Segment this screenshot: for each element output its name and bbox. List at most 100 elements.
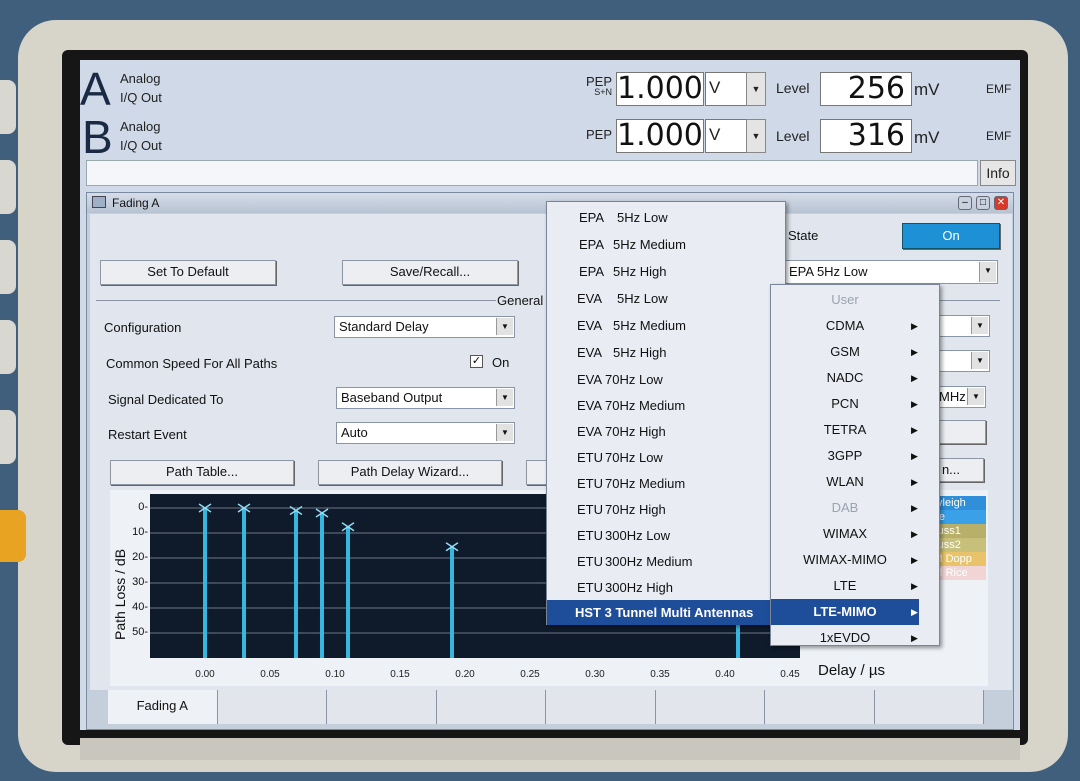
standard-menu-item[interactable]: ETU 300Hz Medium — [547, 548, 785, 574]
level-value-b[interactable]: 316 — [820, 119, 912, 153]
general-group-label: General — [497, 293, 544, 308]
standard-menu-item[interactable]: HST 3 Tunnel Multi Antennas — [547, 600, 785, 625]
standard-menu-item[interactable]: ETU 70Hz Low — [547, 444, 785, 470]
chevron-down-icon: ▼ — [496, 424, 513, 441]
category-menu-item[interactable]: User — [771, 287, 919, 313]
chevron-right-icon: ▶ — [911, 451, 918, 461]
signal-dedicated-select[interactable]: Baseband Output ▼ — [336, 387, 515, 409]
chevron-right-icon: ▶ — [911, 425, 918, 435]
set-to-default-button[interactable]: Set To Default — [100, 260, 276, 285]
category-menu-item[interactable]: WLAN — [771, 469, 919, 495]
category-menu-item[interactable]: NADC — [771, 365, 919, 391]
bottom-tab[interactable] — [217, 690, 327, 724]
category-menu-item[interactable]: LTE-MIMO — [771, 599, 919, 625]
common-speed-on-label: On — [492, 355, 510, 370]
category-menu-item[interactable]: DAB — [771, 495, 919, 521]
bottom-tabs: Fading A — [108, 690, 984, 724]
standard-menu-item[interactable]: EVA 70Hz Medium — [547, 392, 785, 418]
bottom-tab[interactable] — [327, 690, 437, 724]
chevron-right-icon: ▶ — [911, 607, 918, 617]
path-b-label: Analog I/Q Out — [120, 119, 162, 153]
standard-menu-item[interactable]: EVA 70Hz High — [547, 418, 785, 444]
bottom-tab[interactable] — [436, 690, 546, 724]
chevron-down-icon[interactable]: ▼ — [746, 72, 766, 106]
chart-xlabel: Delay / µs — [818, 662, 885, 679]
level-label-b: Level — [776, 128, 810, 144]
path-a-letter: A — [80, 63, 111, 115]
mhz-unit-select[interactable]: MHz ▼ — [934, 386, 986, 408]
path-delay-wizard-button[interactable]: Path Delay Wizard... — [318, 460, 502, 485]
right-group-line — [930, 300, 1000, 301]
standard-select[interactable]: EPA 5Hz Low ▼ — [784, 260, 998, 284]
standard-menu-item[interactable]: EVA 5Hz Medium — [547, 312, 785, 339]
common-speed-checkbox[interactable]: ✓ — [470, 355, 483, 368]
x-tick-label: 0.15 — [390, 669, 410, 680]
state-toggle[interactable]: On — [902, 223, 1000, 249]
y-tick-label: 50- — [132, 626, 148, 638]
path-table-button[interactable]: Path Table... — [110, 460, 294, 485]
chevron-right-icon: ▶ — [911, 347, 918, 357]
level-label-a: Level — [776, 80, 810, 96]
side-hardkey[interactable] — [0, 410, 16, 464]
path-line — [198, 503, 212, 658]
info-button[interactable]: Info — [980, 160, 1016, 186]
configuration-label: Configuration — [104, 320, 182, 335]
standard-menu-item[interactable]: ETU 300Hz Low — [547, 522, 785, 548]
chevron-down-icon: ▼ — [496, 389, 513, 406]
category-menu-item[interactable]: PCN — [771, 391, 919, 417]
emf-label-a: EMF — [986, 82, 1012, 96]
x-tick-label: 0.00 — [195, 669, 215, 680]
right-select-2[interactable]: ▼ — [936, 350, 990, 372]
standard-menu-item[interactable]: EPA 5Hz Low — [547, 204, 785, 231]
side-hardkey[interactable] — [0, 320, 16, 374]
right-select-1[interactable]: ▼ — [936, 315, 990, 337]
orange-hardkey[interactable] — [0, 510, 26, 562]
standard-menu-item[interactable]: EVA 5Hz Low — [547, 285, 785, 312]
standard-menu-item[interactable]: EPA 5Hz High — [547, 258, 785, 285]
chevron-right-icon: ▶ — [911, 555, 918, 565]
category-menu-item[interactable]: WIMAX-MIMO — [771, 547, 919, 573]
standard-menu-item[interactable]: ETU 70Hz Medium — [547, 470, 785, 496]
bottom-tab[interactable] — [546, 690, 656, 724]
side-hardkey[interactable] — [0, 160, 16, 214]
x-tick-label: 0.45 — [780, 669, 800, 680]
level-unit-a: mV — [914, 80, 940, 99]
category-menu-item[interactable]: LTE — [771, 573, 919, 599]
bottom-tab[interactable]: Fading A — [108, 690, 218, 724]
restart-event-select[interactable]: Auto ▼ — [336, 422, 515, 444]
chevron-down-icon[interactable]: ▼ — [746, 119, 766, 153]
pep-unit-b[interactable]: V — [705, 119, 747, 153]
x-tick-label: 0.20 — [455, 669, 475, 680]
side-hardkey[interactable] — [0, 240, 16, 294]
side-hardkey[interactable] — [0, 80, 16, 134]
maximize-icon[interactable]: □ — [976, 196, 990, 210]
category-menu-item[interactable]: CDMA — [771, 313, 919, 339]
category-menu-item[interactable]: GSM — [771, 339, 919, 365]
standard-menu-item[interactable]: ETU 300Hz High — [547, 574, 785, 600]
standard-menu-item[interactable]: EPA 5Hz Medium — [547, 231, 785, 258]
category-menu-item[interactable]: 3GPP — [771, 443, 919, 469]
level-value-a[interactable]: 256 — [820, 72, 912, 106]
pep-label-a: PEP S+N — [585, 74, 612, 97]
save-recall-button[interactable]: Save/Recall... — [342, 260, 518, 285]
chevron-right-icon: ▶ — [911, 399, 918, 409]
pep-unit-a[interactable]: V — [705, 72, 747, 106]
pep-value-a[interactable]: 1.000 — [616, 72, 704, 106]
standard-menu-item[interactable]: EVA 70Hz Low — [547, 366, 785, 392]
level-unit-b: mV — [914, 128, 940, 147]
bottom-tab[interactable] — [874, 690, 984, 724]
signal-dedicated-label: Signal Dedicated To — [108, 392, 224, 407]
category-menu-item[interactable]: 1xEVDO — [771, 625, 919, 651]
standard-menu-item[interactable]: EVA 5Hz High — [547, 339, 785, 366]
category-menu-item[interactable]: WIMAX — [771, 521, 919, 547]
minimize-icon[interactable]: – — [958, 196, 972, 210]
close-icon[interactable]: ✕ — [994, 196, 1008, 210]
chevron-right-icon: ▶ — [911, 477, 918, 487]
category-menu-item[interactable]: TETRA — [771, 417, 919, 443]
chevron-down-icon: ▼ — [496, 318, 513, 335]
bottom-tab[interactable] — [765, 690, 875, 724]
standard-menu-item[interactable]: ETU 70Hz High — [547, 496, 785, 522]
bottom-tab[interactable] — [655, 690, 765, 724]
pep-value-b[interactable]: 1.000 — [616, 119, 704, 153]
configuration-select[interactable]: Standard Delay ▼ — [334, 316, 515, 338]
